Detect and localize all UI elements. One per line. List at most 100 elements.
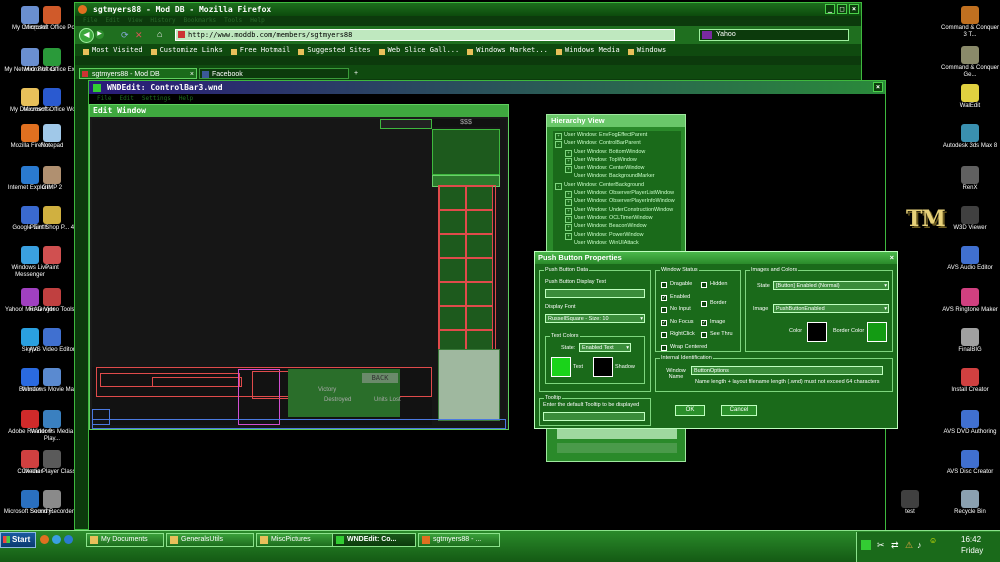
tree-item[interactable]: User Window: BackgroundMarker bbox=[553, 172, 681, 180]
edit-canvas[interactable]: $$$ BACK Victory Destroyed Units Lost bbox=[92, 119, 506, 429]
messenger-quick-icon[interactable] bbox=[52, 535, 61, 544]
tree-item[interactable]: + User Window: BeaconWindow bbox=[553, 222, 681, 232]
home-icon[interactable]: ⌂ bbox=[157, 29, 162, 39]
desktop-icon[interactable]: AVS Disc Creator bbox=[940, 450, 1000, 476]
tab-facebook[interactable]: Facebook bbox=[199, 68, 349, 79]
menu-item[interactable]: File bbox=[83, 17, 97, 24]
desktop-icon[interactable]: Recycle Bin bbox=[940, 490, 1000, 516]
desktop-icon[interactable]: RAD Video Tools bbox=[22, 288, 82, 314]
image-select[interactable]: PushButtonEnabled ▾ bbox=[773, 304, 889, 313]
tree-item[interactable]: + User Window: BottomWindow bbox=[553, 148, 681, 157]
bookmark-item[interactable]: Suggested Sites bbox=[298, 46, 371, 55]
bookmark-item[interactable]: Most Visited bbox=[83, 46, 143, 55]
desktop-icon[interactable]: AVS Ringtone Maker bbox=[940, 288, 1000, 314]
tooltip-input[interactable] bbox=[543, 412, 645, 421]
collapse-icon[interactable]: - bbox=[555, 141, 562, 149]
desktop-icon[interactable]: Media Player Classic bbox=[22, 450, 82, 476]
desktop-icon[interactable]: test bbox=[880, 490, 940, 516]
minimize-button[interactable]: _ bbox=[825, 4, 835, 14]
desktop-icon[interactable]: FinalBIG bbox=[940, 328, 1000, 354]
tab-moddb[interactable]: sgtmyers88 - Mod DB × bbox=[79, 68, 197, 79]
tree-item[interactable]: + User Window: OCLTimerWindow bbox=[553, 214, 681, 223]
shadow-color-swatch[interactable] bbox=[593, 357, 613, 377]
tree-item[interactable]: + User Window: PowerWindow bbox=[553, 231, 681, 240]
cancel-button[interactable]: Cancel bbox=[721, 405, 757, 416]
desktop-icon[interactable]: Windows Media Play... bbox=[22, 410, 82, 443]
desktop-icon[interactable]: Microsoft Office Ex... bbox=[22, 48, 82, 74]
checkbox[interactable] bbox=[701, 300, 707, 307]
desktop-icon[interactable]: W3D Viewer bbox=[940, 206, 1000, 232]
taskbar-item[interactable]: GeneralsUtils bbox=[166, 533, 254, 547]
checkbox[interactable]: ✓ bbox=[661, 319, 667, 326]
desktop-icon[interactable]: AVS Audio Editor bbox=[940, 246, 1000, 272]
start-button[interactable]: Start bbox=[0, 532, 36, 548]
desktop-icon[interactable]: Install Creator bbox=[940, 368, 1000, 394]
menu-item[interactable]: View bbox=[128, 17, 142, 24]
desktop-icon[interactable]: Notepad bbox=[22, 124, 82, 150]
menu-item[interactable]: History bbox=[150, 17, 175, 24]
menu-item[interactable]: Bookmarks bbox=[184, 17, 217, 24]
menu-item[interactable]: Help bbox=[179, 95, 193, 102]
checkbox[interactable]: ✓ bbox=[701, 319, 707, 326]
bookmark-item[interactable]: Customize Links bbox=[150, 46, 223, 55]
bookmark-item[interactable]: Windows Media bbox=[555, 46, 620, 55]
desktop-icon[interactable]: GIMP 2 bbox=[22, 166, 82, 192]
display-text-input[interactable] bbox=[545, 289, 645, 298]
tray-tools-icon[interactable]: ✂ bbox=[877, 540, 885, 551]
border-color-swatch[interactable] bbox=[867, 322, 887, 342]
dialog-title[interactable]: Push Button Properties × bbox=[535, 252, 897, 264]
checkbox[interactable] bbox=[661, 307, 667, 313]
stop-icon[interactable]: ✕ bbox=[135, 30, 143, 41]
checkbox[interactable] bbox=[701, 282, 707, 288]
menu-item[interactable]: File bbox=[97, 95, 111, 102]
menu-item[interactable]: Settings bbox=[142, 95, 171, 102]
tree-item[interactable]: User Window: WinUIAttack bbox=[553, 239, 681, 247]
menu-item[interactable]: Help bbox=[250, 17, 264, 24]
tree-item[interactable]: + User Window: EnvFogEffectParent bbox=[553, 131, 681, 140]
tree-item[interactable]: + User Window: ObserverPlayerListWindow bbox=[553, 189, 681, 199]
maximize-button[interactable]: □ bbox=[837, 4, 847, 14]
desktop-icon[interactable]: WalEdit bbox=[940, 84, 1000, 110]
forward-icon[interactable]: ▶ bbox=[95, 30, 104, 39]
taskbar-item[interactable]: sgtmyers88 - ... bbox=[418, 533, 500, 547]
taskbar-item[interactable]: My Documents bbox=[86, 533, 164, 547]
tree-item[interactable]: + User Window: TopWindow bbox=[553, 156, 681, 165]
close-button[interactable]: × bbox=[849, 4, 859, 14]
wndedit-close-button[interactable]: × bbox=[873, 82, 883, 92]
desktop-icon[interactable]: Command & Conquer Ge... bbox=[940, 46, 1000, 79]
text-state-select[interactable]: Enabled Text ▾ bbox=[579, 343, 631, 352]
text-color-swatch[interactable] bbox=[551, 357, 571, 377]
checkbox[interactable] bbox=[661, 344, 667, 351]
hierarchy-tree[interactable]: + User Window: EnvFogEffectParent - User Wi… bbox=[553, 131, 681, 263]
color-swatch[interactable] bbox=[807, 322, 827, 342]
taskbar-item[interactable]: MiscPictures bbox=[256, 533, 344, 547]
desktop-icon[interactable]: AVS DVD Authoring bbox=[940, 410, 1000, 436]
desktop-icon[interactable]: RenX bbox=[940, 166, 1000, 192]
tray-green-icon[interactable] bbox=[861, 540, 871, 550]
tab-close-icon[interactable]: × bbox=[190, 69, 194, 80]
tray-network-icon[interactable]: ⇄ bbox=[891, 540, 899, 551]
menu-item[interactable]: Edit bbox=[105, 17, 119, 24]
firefox-quick-icon[interactable] bbox=[40, 535, 49, 544]
tree-item[interactable]: + User Window: UnderConstructionWindow bbox=[553, 206, 681, 215]
desktop-icon[interactable]: Autodesk 3ds Max 8 bbox=[940, 124, 1000, 150]
url-bar[interactable]: http://www.moddb.com/members/sgtmyers88 bbox=[175, 29, 675, 41]
new-tab-button[interactable]: + bbox=[351, 68, 363, 79]
bookmark-item[interactable]: Windows bbox=[627, 46, 666, 55]
tree-item[interactable]: - User Window: ControlBarParent bbox=[553, 139, 681, 149]
tray-volume-icon[interactable]: ♪ bbox=[917, 540, 922, 550]
taskbar-item[interactable]: WNDEdit: Co... bbox=[332, 533, 416, 547]
ie-quick-icon[interactable] bbox=[64, 535, 73, 544]
desktop-icon[interactable]: Paint Shop P... 4 bbox=[22, 206, 82, 232]
back-button[interactable]: BACK bbox=[362, 373, 398, 383]
tray-security-icon[interactable]: ⚠ bbox=[905, 540, 913, 551]
desktop-icon[interactable]: Microsoft Office Po... bbox=[22, 6, 82, 32]
bookmark-item[interactable]: Web Slice Gall... bbox=[378, 46, 459, 55]
menu-item[interactable]: Tools bbox=[224, 17, 242, 24]
tree-item[interactable]: + User Window: ObserverPlayerInfoWindow bbox=[553, 197, 681, 207]
dialog-close-icon[interactable]: × bbox=[890, 252, 894, 264]
checkbox[interactable] bbox=[701, 332, 707, 338]
collapse-icon[interactable]: - bbox=[555, 182, 562, 190]
desktop-icon[interactable]: AVS Video Editor bbox=[22, 328, 82, 354]
checkbox[interactable]: ✓ bbox=[661, 294, 667, 301]
